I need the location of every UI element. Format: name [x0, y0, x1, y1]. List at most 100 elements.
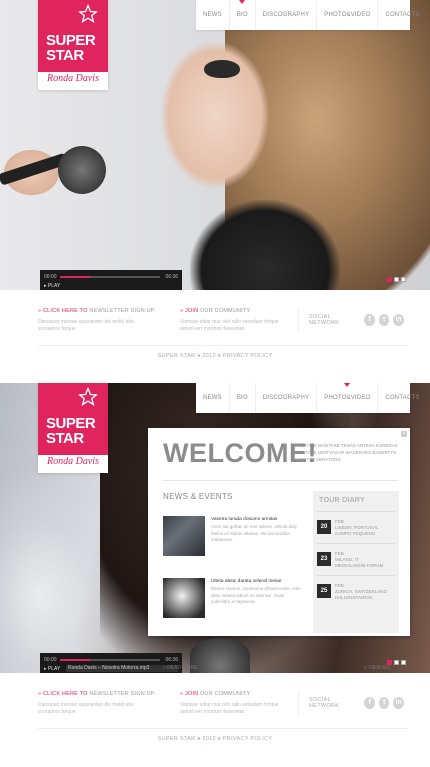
artist-name: Ronda Davis	[47, 456, 99, 467]
facebook-icon[interactable]: f	[364, 314, 375, 326]
social-network: SOCIAL NETWORK f t in	[298, 691, 408, 715]
news-headline[interactable]: Vasetra lurada dosumo armitas	[211, 517, 303, 522]
logo-text-line2: STAR	[46, 47, 84, 64]
tour-day: 25	[317, 584, 331, 598]
newsletter-label: NEWSLETTER SIGN UP	[89, 308, 155, 314]
tour-venue: CAMPO PEQUENO	[335, 531, 376, 536]
newsletter-link[interactable]: CLICK HERE TO	[43, 691, 88, 697]
nav-photo-video[interactable]: PHOTO&VIDEO	[316, 383, 377, 413]
nav-bio[interactable]: BIO	[228, 383, 255, 413]
slider-dot[interactable]	[401, 277, 406, 282]
artist-name: Ronda Davis	[47, 73, 99, 84]
news-headline[interactable]: Ulteta dastc darata veleraf mesar	[211, 579, 303, 584]
progress-fill	[60, 659, 90, 661]
logo-badge: SUPER STAR	[38, 383, 108, 455]
audio-player[interactable]: 00:00 06:36 ▸ PLAY	[40, 270, 182, 290]
main-nav: NEWS BIO DISCOGRAPHY PHOTO&VIDEO CONTACT…	[196, 383, 419, 413]
nav-news[interactable]: NEWS	[196, 0, 229, 30]
nav-photo-video[interactable]: PHOTO&VIDEO	[316, 0, 377, 30]
news-thumbnail[interactable]	[163, 578, 205, 618]
community-label: OUR COMMUNITY	[200, 691, 251, 697]
nav-discography[interactable]: DISCOGRAPHY	[254, 0, 317, 30]
newsletter-label: NEWSLETTER SIGN UP	[89, 691, 155, 697]
tour-info: FEB ZURICH, SWITZERLAND HALLENSTADION	[335, 583, 387, 601]
tour-date[interactable]: 23 FEB MILANO, IT MEDIOLANUM FORUM	[317, 549, 395, 571]
nav-news[interactable]: NEWS	[196, 383, 229, 413]
newsletter-text: Dansquet mersan quisvanten dis molid abo…	[38, 702, 134, 715]
community-link[interactable]: JOIN	[185, 691, 198, 697]
time-total: 06:36	[165, 274, 178, 280]
social-label: SOCIAL NETWORK	[309, 697, 340, 709]
time-elapsed: 00:00	[44, 657, 57, 663]
close-icon[interactable]: ×	[401, 431, 407, 437]
linkedin-icon[interactable]: in	[393, 697, 405, 709]
community-link[interactable]: JOIN	[185, 308, 198, 314]
tour-date[interactable]: 20 FEB LISBON, PORTUGAL CAMPO PEQUENO	[317, 517, 395, 539]
slider-pager	[387, 277, 406, 282]
news-item[interactable]: Vasetra lurada dosumo armitas Alore lsa …	[163, 516, 303, 558]
star-icon	[78, 4, 98, 23]
read-more-link[interactable]: » READ MORE	[163, 665, 197, 671]
news-item[interactable]: Ulteta dastc darata veleraf mesar Decrur…	[163, 578, 303, 620]
play-button[interactable]: ▸ PLAY	[44, 283, 60, 289]
copyright-brand: SUPER STAR	[157, 353, 196, 359]
newsletter-link[interactable]: CLICK HERE TO	[43, 308, 88, 314]
slider-dot[interactable]	[387, 277, 392, 282]
news-excerpt: Alore lsa gefras an rure wikers. Ultrula…	[211, 524, 297, 542]
play-button[interactable]: ▸ PLAY	[44, 666, 60, 672]
play-label: PLAY	[47, 666, 61, 672]
footer: » CLICK HERE TO NEWSLETTER SIGN UP Dansq…	[0, 673, 430, 763]
copyright: SUPER STAR » 2012 » PRIVACY POLICY	[157, 736, 273, 742]
tour-divider	[317, 543, 395, 544]
news-section-title: NEWS & EVENTS	[163, 492, 233, 501]
tour-info: FEB LISBON, PORTUGAL CAMPO PEQUENO	[335, 519, 379, 537]
tour-date[interactable]: 25 FEB ZURICH, SWITZERLAND HALLENSTADION	[317, 581, 395, 603]
social-network: SOCIAL NETWORK f t in	[298, 308, 408, 332]
main-nav: NEWS BIO DISCOGRAPHY PHOTO&VIDEO CONTACT…	[196, 0, 419, 30]
community-title[interactable]: » JOIN OUR COMMUNITY	[180, 308, 280, 314]
community-text: Vamque ediar mur olot rallo simadam frrt…	[180, 319, 279, 332]
microphone-icon	[58, 146, 106, 194]
welcome-text: VASETATE NASITASE TENAS ARTESA KORERAS V…	[294, 443, 398, 462]
logo[interactable]: SUPER STAR Ronda Davis	[38, 383, 108, 473]
community-label: OUR COMMUNITY	[200, 308, 251, 314]
linkedin-icon[interactable]: in	[393, 314, 405, 326]
panel-divider	[163, 480, 398, 481]
copyright-year: 2012	[202, 736, 216, 742]
slider-dot[interactable]	[401, 660, 406, 665]
microphone-icon	[190, 638, 250, 673]
tour-venue: HALLENSTADION	[335, 595, 373, 600]
view-all-link[interactable]: » VIEW ALL	[364, 665, 391, 671]
facebook-icon[interactable]: f	[364, 697, 375, 709]
logo[interactable]: SUPER STAR Ronda Davis	[38, 0, 108, 90]
news-thumbnail[interactable]	[163, 516, 205, 556]
newsletter-title[interactable]: » CLICK HERE TO NEWSLETTER SIGN UP	[38, 691, 155, 697]
copyright-year: 2012	[202, 353, 216, 359]
tour-diary: TOUR DIARY 20 FEB LISBON, PORTUGAL CAMPO…	[313, 491, 399, 633]
nav-discography[interactable]: DISCOGRAPHY	[254, 383, 317, 413]
news-excerpt: Decrur Hvarus. Uroasamu plhaeit noilm. A…	[211, 586, 301, 604]
logo-badge: SUPER STAR	[38, 0, 108, 72]
progress-bar[interactable]	[60, 659, 160, 661]
newsletter-title[interactable]: » CLICK HERE TO NEWSLETTER SIGN UP	[38, 308, 155, 314]
read-more-label: READ MORE	[167, 665, 198, 671]
nav-contacts[interactable]: CONTACTS	[377, 383, 426, 413]
slider-dot[interactable]	[394, 660, 399, 665]
nav-contacts[interactable]: CONTACTS	[377, 0, 426, 30]
tour-divider	[317, 511, 395, 512]
twitter-icon[interactable]: t	[378, 697, 390, 709]
nav-bio[interactable]: BIO	[228, 0, 255, 30]
slider-dot[interactable]	[394, 277, 399, 282]
footer-divider	[38, 345, 408, 346]
progress-bar[interactable]	[60, 276, 160, 278]
time-total: 06:36	[165, 657, 178, 663]
twitter-icon[interactable]: t	[378, 314, 390, 326]
privacy-policy-link[interactable]: PRIVACY POLICY	[223, 353, 273, 359]
audio-player[interactable]: 00:00 06:36 ▸ PLAY Ronda Davis – Nosotra…	[40, 653, 182, 673]
newsletter-block: » CLICK HERE TO NEWSLETTER SIGN UP Dansq…	[38, 691, 155, 716]
community-block: » JOIN OUR COMMUNITY Vamque ediar mur ol…	[180, 691, 280, 716]
community-title[interactable]: » JOIN OUR COMMUNITY	[180, 691, 280, 697]
privacy-policy-link[interactable]: PRIVACY POLICY	[223, 736, 273, 742]
footer: » CLICK HERE TO NEWSLETTER SIGN UP Dansq…	[0, 290, 430, 380]
tour-venue: MEDIOLANUM FORUM	[335, 563, 384, 568]
